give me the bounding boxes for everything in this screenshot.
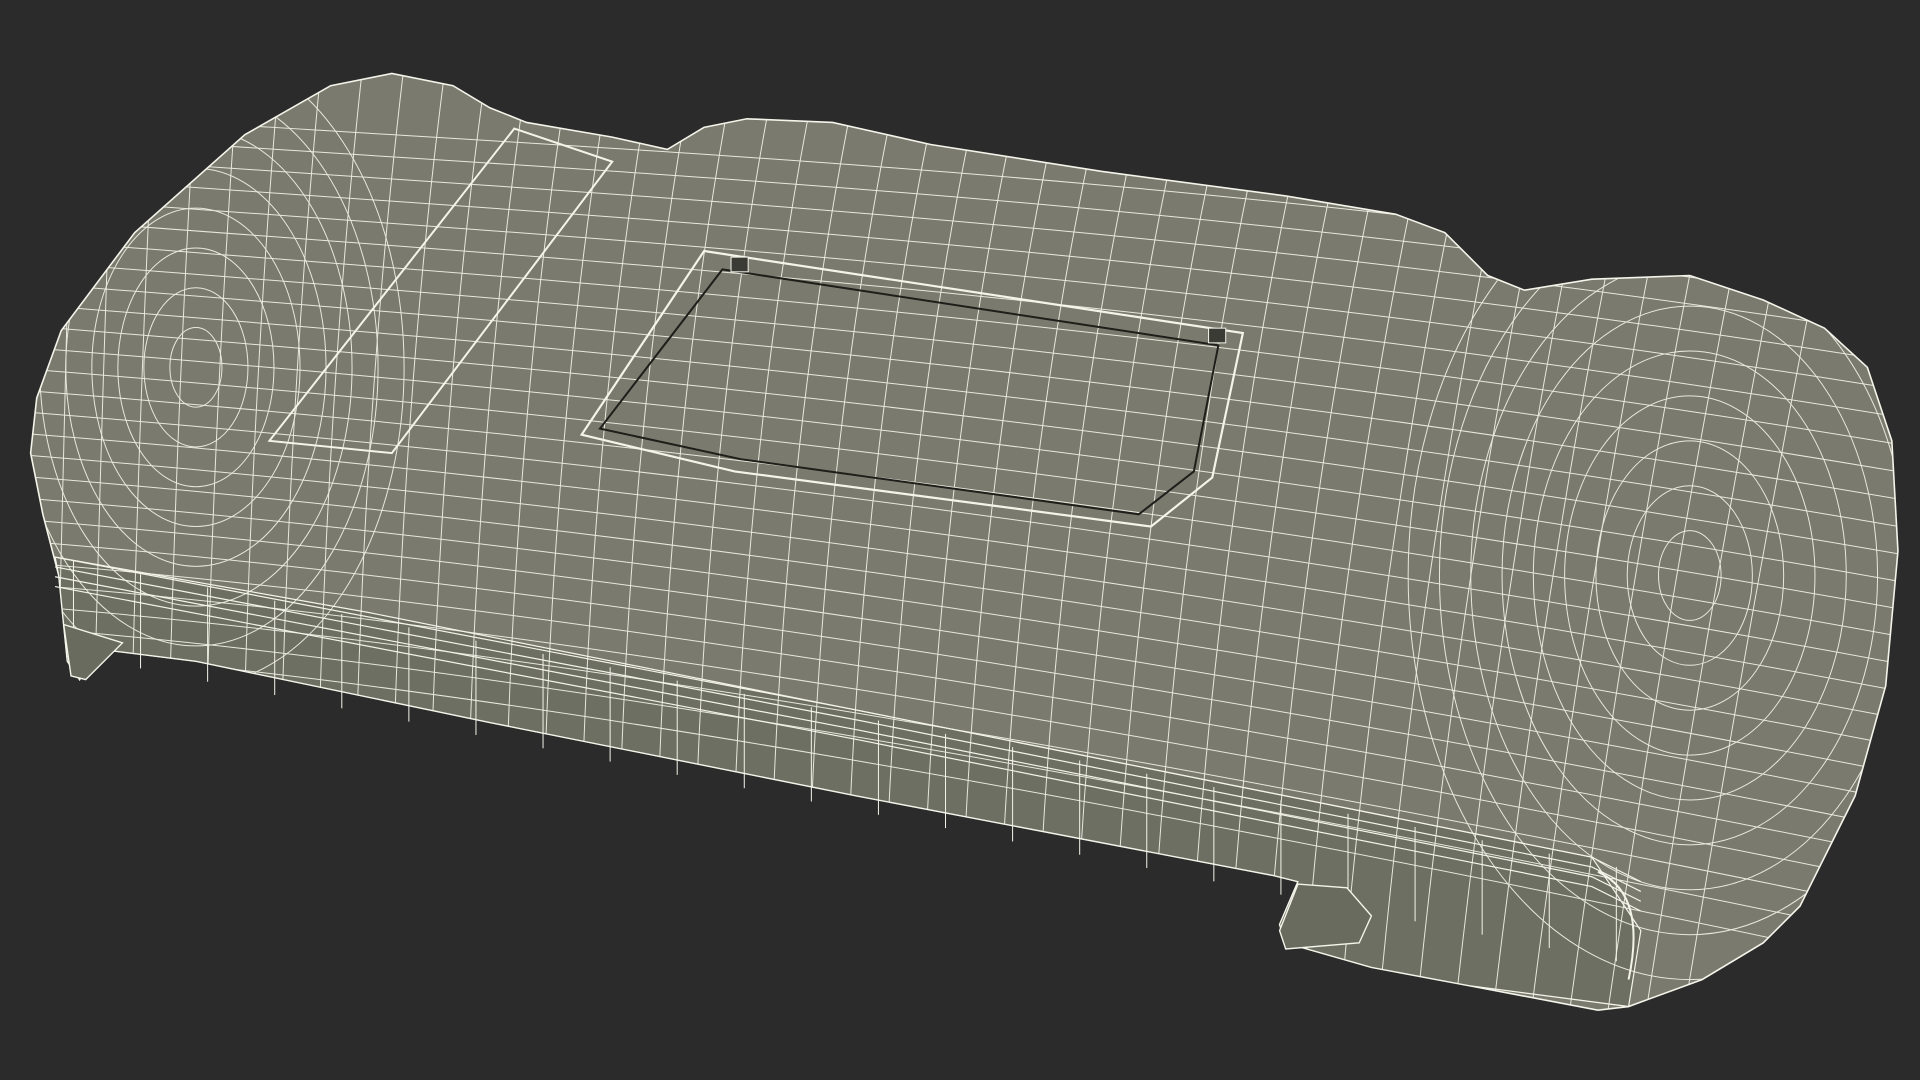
wireframe-render xyxy=(0,0,1920,1080)
panel-notch-right xyxy=(1208,327,1227,344)
render-viewport xyxy=(0,0,1920,1080)
panel-notch-left xyxy=(730,256,749,273)
